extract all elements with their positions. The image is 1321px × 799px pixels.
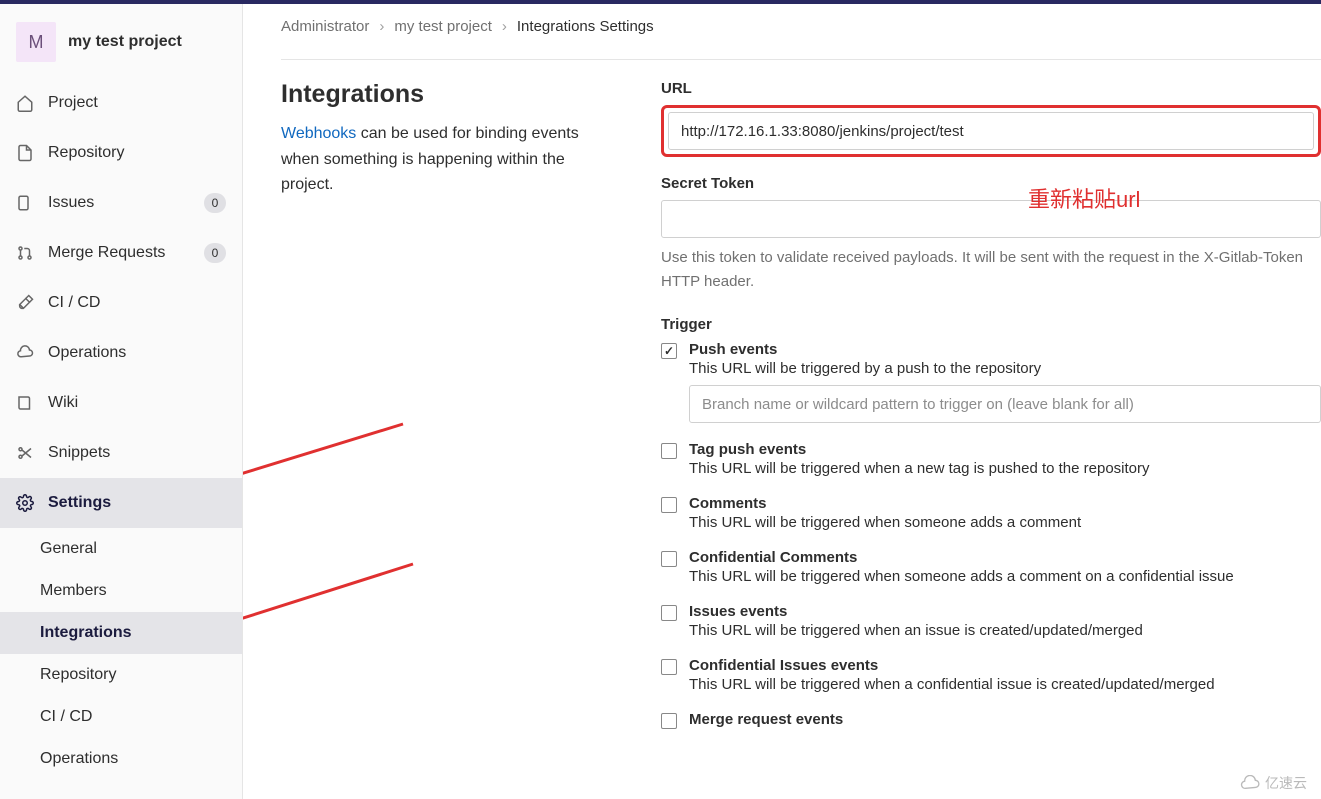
trigger-5: Confidential Issues events This URL will … — [661, 657, 1321, 693]
scissors-icon — [16, 444, 34, 462]
rocket-icon — [16, 294, 34, 312]
trigger-0: Push events This URL will be triggered by… — [661, 341, 1321, 423]
breadcrumb: Administrator › my test project › Integr… — [281, 18, 1321, 35]
issues-icon — [16, 194, 34, 212]
url-input[interactable] — [668, 112, 1314, 150]
secret-token-input[interactable] — [661, 200, 1321, 238]
subnav-general[interactable]: General — [0, 528, 242, 570]
trigger-desc: This URL will be triggered when a new ta… — [689, 460, 1321, 477]
annotation-text: 重新粘贴url — [1028, 182, 1140, 214]
nav-label: Issues — [48, 194, 190, 212]
webhooks-link[interactable]: Webhooks — [281, 125, 356, 142]
trigger-4: Issues events This URL will be triggered … — [661, 603, 1321, 639]
trigger-desc: This URL will be triggered by a push to … — [689, 360, 1321, 377]
trigger-title: Issues events — [689, 603, 1321, 620]
nav-label: Wiki — [48, 394, 226, 412]
nav-issues[interactable]: Issues 0 — [0, 178, 242, 228]
branch-filter-input[interactable] — [689, 385, 1321, 423]
trigger-label: Trigger — [661, 316, 1321, 333]
trigger-1: Tag push events This URL will be triggere… — [661, 441, 1321, 477]
subnav-integrations[interactable]: Integrations — [0, 612, 242, 654]
breadcrumb-admin[interactable]: Administrator — [281, 18, 369, 35]
trigger-checkbox[interactable] — [661, 659, 677, 675]
chevron-right-icon: › — [379, 18, 384, 35]
subnav-cicd[interactable]: CI / CD — [0, 696, 242, 738]
trigger-checkbox[interactable] — [661, 443, 677, 459]
trigger-3: Confidential Comments This URL will be tr… — [661, 549, 1321, 585]
nav-wiki[interactable]: Wiki — [0, 378, 242, 428]
nav-merge-requests[interactable]: Merge Requests 0 — [0, 228, 242, 278]
nav-label: Merge Requests — [48, 244, 190, 262]
nav-operations[interactable]: Operations — [0, 328, 242, 378]
project-avatar: M — [16, 22, 56, 62]
secret-token-help: Use this token to validate received payl… — [661, 246, 1321, 294]
trigger-2: Comments This URL will be triggered when … — [661, 495, 1321, 531]
nav-label: Operations — [48, 344, 226, 362]
trigger-desc: This URL will be triggered when a confid… — [689, 676, 1321, 693]
trigger-title: Tag push events — [689, 441, 1321, 458]
file-icon — [16, 144, 34, 162]
url-label: URL — [661, 80, 1321, 97]
watermark-text: 亿速云 — [1265, 773, 1307, 793]
nav-label: CI / CD — [48, 294, 226, 312]
trigger-title: Confidential Issues events — [689, 657, 1321, 674]
trigger-checkbox[interactable] — [661, 605, 677, 621]
nav-settings[interactable]: Settings — [0, 478, 242, 528]
trigger-desc: This URL will be triggered when someone … — [689, 514, 1321, 531]
nav-cicd[interactable]: CI / CD — [0, 278, 242, 328]
nav-snippets[interactable]: Snippets — [0, 428, 242, 478]
watermark: 亿速云 — [1239, 773, 1307, 793]
trigger-title: Push events — [689, 341, 1321, 358]
trigger-checkbox[interactable] — [661, 551, 677, 567]
nav-list: Project Repository Issues 0 Merge Reques… — [0, 78, 242, 528]
nav-repository[interactable]: Repository — [0, 128, 242, 178]
merge-icon — [16, 244, 34, 262]
settings-subnav: General Members Integrations Repository … — [0, 528, 242, 780]
secret-token-label: Secret Token — [661, 175, 1321, 192]
subnav-members[interactable]: Members — [0, 570, 242, 612]
nav-label: Project — [48, 94, 226, 112]
mr-badge: 0 — [204, 243, 226, 263]
project-header[interactable]: M my test project — [0, 12, 242, 78]
chevron-right-icon: › — [502, 18, 507, 35]
trigger-title: Comments — [689, 495, 1321, 512]
trigger-checkbox[interactable] — [661, 713, 677, 729]
trigger-checkbox[interactable] — [661, 497, 677, 513]
trigger-title: Confidential Comments — [689, 549, 1321, 566]
url-highlight-box — [661, 105, 1321, 157]
cloud-icon — [16, 344, 34, 362]
trigger-title: Merge request events — [689, 711, 1321, 728]
nav-label: Snippets — [48, 444, 226, 462]
trigger-desc: This URL will be triggered when an issue… — [689, 622, 1321, 639]
nav-label: Settings — [48, 494, 226, 512]
book-icon — [16, 394, 34, 412]
main-content: Administrator › my test project › Integr… — [243, 4, 1321, 799]
breadcrumb-project[interactable]: my test project — [394, 18, 492, 35]
trigger-6: Merge request events — [661, 711, 1321, 729]
issues-badge: 0 — [204, 193, 226, 213]
nav-project[interactable]: Project — [0, 78, 242, 128]
project-name: my test project — [68, 33, 182, 51]
page-description: Webhooks can be used for binding events … — [281, 121, 591, 198]
breadcrumb-current: Integrations Settings — [517, 18, 654, 35]
gear-icon — [16, 494, 34, 512]
subnav-repository[interactable]: Repository — [0, 654, 242, 696]
trigger-desc: This URL will be triggered when someone … — [689, 568, 1321, 585]
nav-label: Repository — [48, 144, 226, 162]
home-icon — [16, 94, 34, 112]
subnav-operations[interactable]: Operations — [0, 738, 242, 780]
cloud-icon — [1239, 775, 1261, 791]
trigger-list: Push events This URL will be triggered by… — [661, 341, 1321, 729]
page-title: Integrations — [281, 80, 591, 109]
trigger-checkbox[interactable] — [661, 343, 677, 359]
sidebar: M my test project Project Repository Iss… — [0, 4, 243, 799]
